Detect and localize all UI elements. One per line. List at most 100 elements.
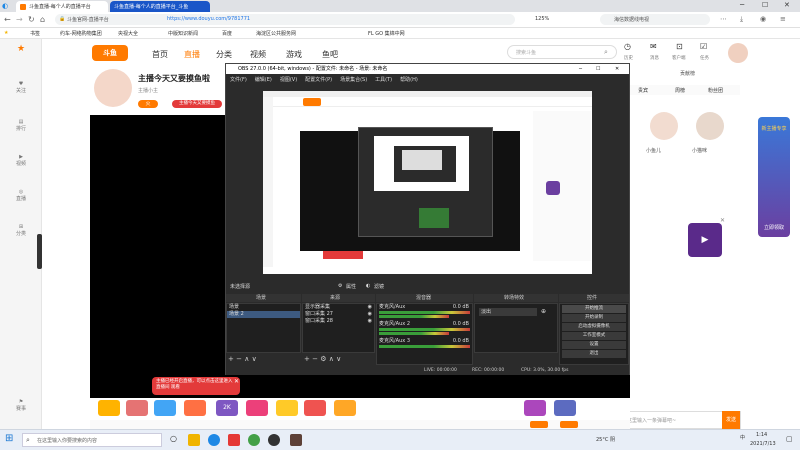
menu-tools[interactable]: 工具(T) [375, 76, 392, 83]
gift-item[interactable] [334, 400, 356, 416]
browser-tab[interactable]: 斗鱼直播-每个人的直播平台_斗鱼 [110, 1, 210, 12]
eye-icon[interactable]: ◉ [368, 304, 374, 311]
search-icon[interactable]: ⌕ [604, 48, 608, 57]
scene-item[interactable]: 场景 2 [227, 311, 300, 318]
zoom-level[interactable]: 125% [535, 16, 549, 22]
sidebar-item-follow[interactable]: ♥ 关注 [0, 81, 42, 94]
chrome-icon[interactable] [248, 434, 260, 446]
sidebar-item-live[interactable]: ◎ 直播 [0, 189, 42, 202]
tab-vip[interactable]: 贵宾 [638, 87, 648, 94]
nav-home[interactable]: 首页 [152, 49, 168, 60]
task-view-icon[interactable]: ○ [170, 434, 177, 443]
gear-icon[interactable]: ⚙ [320, 355, 326, 363]
start-streaming-button[interactable]: 开始推流 [562, 305, 626, 313]
source-item[interactable]: 显示器采集 ◉ [303, 304, 374, 311]
strip-button[interactable] [560, 421, 578, 428]
task-icon[interactable]: ☑ [700, 42, 707, 51]
douyu-home-icon[interactable]: ★ [0, 44, 42, 54]
streamer-avatar[interactable] [94, 69, 132, 107]
nav-yuba[interactable]: 鱼吧 [322, 49, 338, 60]
clock-date[interactable]: 2021/7/13 [750, 441, 776, 447]
close-ad-icon[interactable]: ✕ [720, 217, 725, 224]
avatar[interactable] [728, 43, 748, 63]
send-button[interactable]: 发送 [722, 411, 740, 429]
forward-icon[interactable]: → [16, 15, 23, 24]
bookmark[interactable]: 约车-网络购物集团 [60, 30, 102, 37]
obs-preview[interactable] [263, 91, 592, 274]
gift-item[interactable] [304, 400, 326, 416]
down-icon[interactable]: ∨ [252, 355, 257, 363]
douyu-logo[interactable]: 斗鱼 [92, 45, 128, 61]
notice-close-icon[interactable]: ✕ [234, 378, 239, 385]
eye-icon[interactable]: ◉ [368, 311, 374, 318]
tab-fans[interactable]: 粉丝团 [708, 87, 723, 94]
obs-close-icon[interactable]: ✕ [615, 64, 619, 74]
source-item[interactable]: 窗口采集 27 ◉ [303, 311, 374, 318]
sidebar-item-match[interactable]: ⚑ 赛事 [0, 399, 42, 412]
add-icon[interactable]: + [228, 355, 234, 363]
transition-select[interactable]: 淡出 [479, 308, 537, 316]
menu-icon[interactable]: ≡ [780, 15, 786, 23]
bookmark[interactable]: 中版知识新闻 [168, 30, 198, 37]
down-icon[interactable]: ∨ [336, 355, 341, 363]
sidebar-item-rank[interactable]: ▤ 排行 [0, 119, 42, 132]
refresh-icon[interactable]: ↻ [28, 15, 35, 24]
game-ad[interactable]: ▶ [688, 223, 722, 257]
home-icon[interactable]: ⌂ [40, 15, 45, 24]
menu-scene-collection[interactable]: 场景集合(S) [340, 76, 367, 83]
gift-item[interactable] [126, 400, 148, 416]
bookmark[interactable]: 央视大全 [118, 30, 138, 37]
add-icon[interactable]: + [304, 355, 310, 363]
promo-banner[interactable]: 新主播专享 立即领取 [758, 117, 790, 237]
obs-maximize-icon[interactable]: ☐ [596, 64, 600, 74]
tab-weekly[interactable]: 周榜 [675, 87, 685, 94]
fan-avatar[interactable] [650, 112, 678, 140]
message-icon[interactable]: ✉ [650, 42, 657, 51]
start-recording-button[interactable]: 开始录制 [562, 314, 626, 322]
remove-icon[interactable]: − [312, 355, 318, 363]
weather[interactable]: 25°C 阴 [596, 436, 615, 443]
gift-item[interactable] [98, 400, 120, 416]
gift-item[interactable] [524, 400, 546, 416]
properties-button[interactable]: 属性 [346, 283, 356, 290]
gift-item[interactable]: 2K [216, 400, 238, 416]
up-icon[interactable]: ∧ [244, 355, 249, 363]
notification-icon[interactable]: ▢ [786, 435, 793, 443]
menu-file[interactable]: 文件(F) [230, 76, 247, 83]
menu-help[interactable]: 帮助(H) [400, 76, 418, 83]
clock-time[interactable]: 1:14 [756, 432, 767, 438]
back-icon[interactable]: ← [4, 15, 11, 24]
gear-icon[interactable]: ⚙ [338, 283, 342, 289]
volume-slider[interactable] [379, 332, 449, 335]
ime-indicator[interactable]: 中 [740, 434, 745, 441]
url-field[interactable]: 🔒 斗鱼官网-直播平台 https://www.douyu.com/978177… [55, 14, 515, 25]
gift-item[interactable] [246, 400, 268, 416]
history-icon[interactable]: ◷ [624, 42, 631, 51]
streamer-tag[interactable]: 主播今天又要摸鱼 [172, 100, 222, 108]
sidebar-item-video[interactable]: ▶ 视频 [0, 154, 42, 167]
scene-item[interactable]: 场景 [227, 304, 300, 311]
settings-button[interactable]: 设置 [562, 341, 626, 349]
source-item[interactable]: 窗口采集 28 ◉ [303, 318, 374, 325]
nav-live[interactable]: 直播 [184, 49, 200, 60]
filters-button[interactable]: 滤镜 [374, 283, 384, 290]
douyu-search-input[interactable]: 搜索斗鱼 ⌕ [507, 45, 617, 59]
remove-icon[interactable]: − [236, 355, 242, 363]
sidebar-collapse-handle[interactable] [37, 234, 42, 269]
app-icon[interactable] [228, 434, 240, 446]
eye-icon[interactable]: ◉ [368, 318, 374, 325]
sidebar-item-category[interactable]: ⊞ 分类 [0, 224, 42, 237]
nav-video[interactable]: 视频 [250, 49, 266, 60]
fan-avatar[interactable] [696, 112, 724, 140]
filter-icon[interactable]: ◐ [366, 283, 370, 289]
menu-view[interactable]: 视图(V) [280, 76, 297, 83]
gift-item[interactable] [154, 400, 176, 416]
add-transition-icon[interactable]: ⊕ [541, 308, 546, 315]
volume-slider[interactable] [379, 315, 449, 318]
windows-start-icon[interactable]: ⊞ [5, 433, 13, 444]
bookmark[interactable]: 书签 [30, 30, 40, 37]
menu-edit[interactable]: 编辑(E) [255, 76, 272, 83]
minimize-icon[interactable]: ─ [740, 1, 744, 9]
extensions-icon[interactable]: ⋯ [720, 15, 727, 23]
app-icon[interactable] [290, 434, 302, 446]
